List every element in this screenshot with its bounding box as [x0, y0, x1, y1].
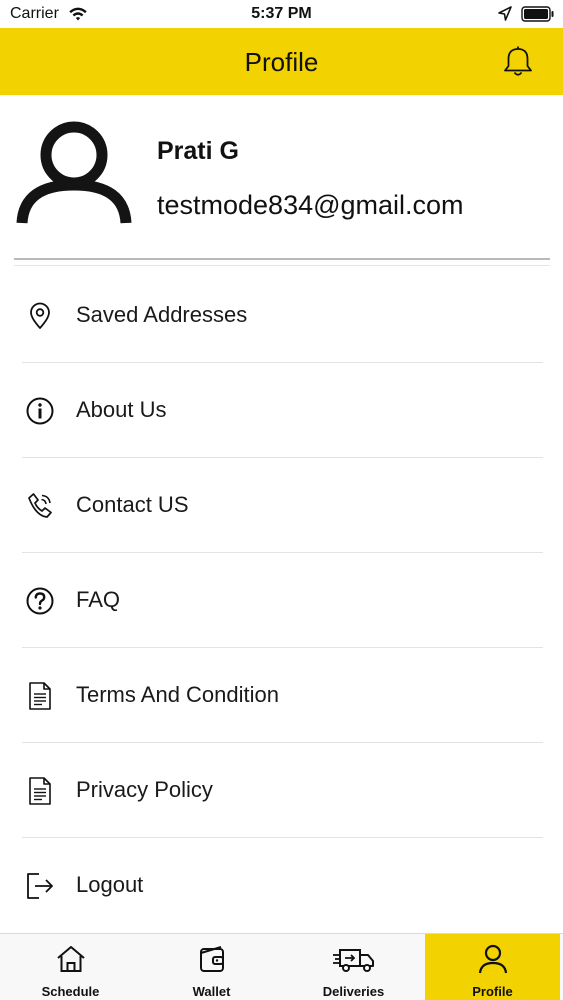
menu-item-privacy-policy[interactable]: Privacy Policy — [0, 743, 563, 838]
tab-deliveries[interactable]: Deliveries — [282, 934, 425, 1000]
document-icon — [29, 682, 51, 710]
menu-item-label: Saved Addresses — [76, 302, 248, 327]
home-icon — [56, 946, 85, 972]
menu-item-logout[interactable]: Logout — [0, 838, 563, 933]
menu-item-label: Terms And Condition — [76, 682, 279, 707]
profile-menu: Saved Addresses About Us Contact US FAQ — [0, 268, 563, 933]
logout-icon — [27, 873, 53, 899]
page-title: Profile — [244, 47, 319, 77]
battery-icon — [521, 6, 554, 22]
menu-item-label: FAQ — [76, 587, 121, 612]
profile-email: testmode834@gmail.com — [157, 190, 464, 220]
tab-label: Schedule — [41, 984, 100, 999]
menu-item-label: Contact US — [76, 492, 189, 517]
user-icon — [478, 944, 507, 974]
clock: 5:37 PM — [251, 5, 312, 22]
menu-item-terms-and-condition[interactable]: Terms And Condition — [0, 648, 563, 743]
user-avatar-icon — [16, 121, 132, 224]
bell-icon[interactable] — [500, 44, 536, 80]
wallet-icon — [199, 946, 224, 972]
tab-label: Profile — [472, 984, 513, 999]
status-bar: Carrier 5:37 PM — [0, 0, 563, 28]
map-pin-icon — [30, 302, 50, 329]
tab-label: Deliveries — [322, 984, 385, 999]
tab-label: Wallet — [192, 984, 231, 999]
phone-icon — [28, 493, 52, 518]
menu-item-about-us[interactable]: About Us — [0, 363, 563, 458]
menu-item-saved-addresses[interactable]: Saved Addresses — [0, 268, 563, 363]
tab-wallet[interactable]: Wallet — [141, 934, 282, 1000]
profile-header: Prati G testmode834@gmail.com — [0, 95, 563, 266]
divider — [14, 265, 550, 266]
location-arrow-icon — [498, 6, 512, 21]
truck-icon — [332, 949, 374, 972]
question-circle-icon — [26, 587, 54, 615]
bottom-tab-bar: Schedule Wallet Deliveries Profile — [0, 933, 563, 1000]
profile-name: Prati G — [157, 137, 239, 165]
info-circle-icon — [26, 397, 54, 425]
menu-item-label: Privacy Policy — [76, 777, 213, 802]
header-bar: Profile — [0, 28, 563, 95]
menu-item-label: Logout — [76, 872, 144, 897]
menu-item-contact-us[interactable]: Contact US — [0, 458, 563, 553]
menu-item-faq[interactable]: FAQ — [0, 553, 563, 648]
tab-schedule[interactable]: Schedule — [0, 934, 141, 1000]
tab-profile[interactable]: Profile — [425, 934, 560, 1000]
menu-item-label: About Us — [76, 397, 167, 422]
divider — [14, 258, 550, 260]
document-icon — [29, 777, 51, 805]
